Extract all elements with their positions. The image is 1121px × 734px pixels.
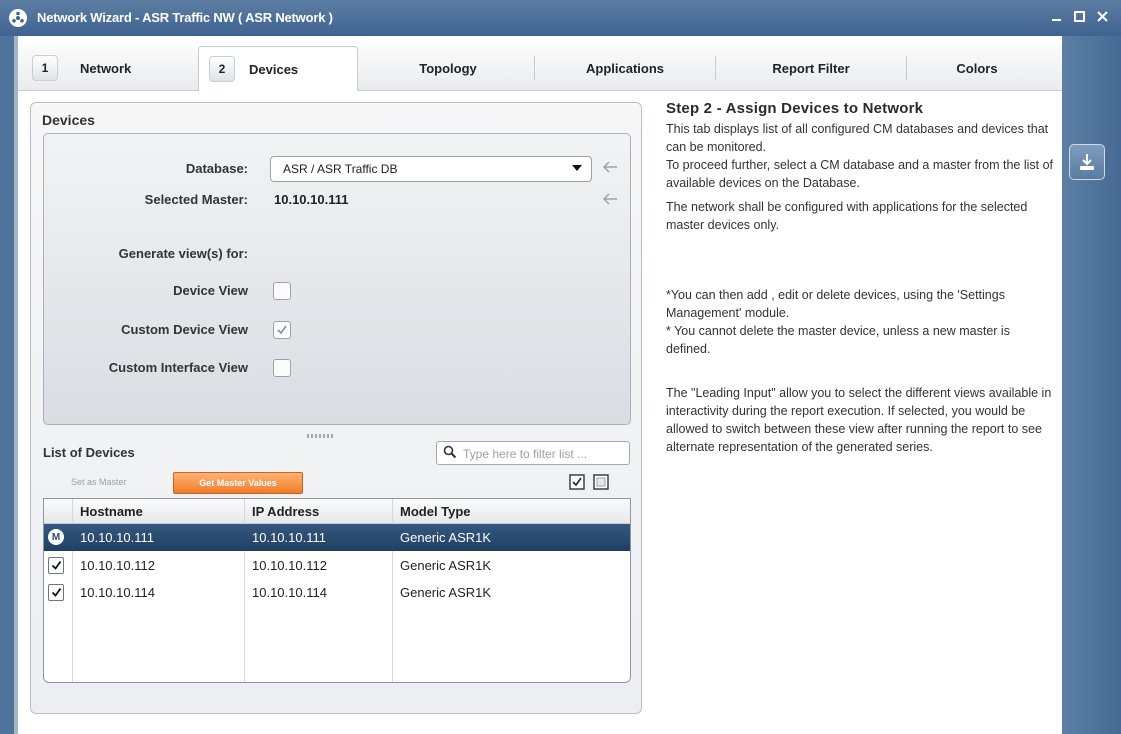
database-selected-value: ASR / ASR Traffic DB: [283, 162, 398, 176]
title-bar: Network Wizard - ASR Traffic NW ( ASR Ne…: [0, 0, 1121, 36]
master-badge: M: [48, 529, 64, 545]
side-rail: [1062, 36, 1121, 734]
selected-master-label: Selected Master:: [144, 192, 248, 207]
hostname-cell: 10.10.10.111: [80, 530, 154, 545]
column-header-hostname[interactable]: Hostname: [80, 504, 143, 519]
set-as-master-button[interactable]: Set as Master: [71, 477, 127, 487]
custom-interface-view-label: Custom Interface View: [108, 360, 248, 375]
custom-interface-view-checkbox[interactable]: [273, 359, 291, 377]
devices-panel: Devices Database: ASR / ASR Traffic DB S…: [30, 102, 642, 714]
maximize-button[interactable]: [1072, 8, 1086, 24]
tab-topology[interactable]: Topology: [363, 46, 533, 90]
help-panel: Step 2 - Assign Devices to Network This …: [666, 100, 1056, 462]
hostname-cell: 10.10.10.114: [80, 585, 155, 600]
device-list-toolbar: Set as Master Get Master Values: [43, 472, 629, 494]
tab-label: Colors: [956, 60, 998, 76]
tab-label: Applications: [585, 60, 664, 76]
help-paragraph: This tab displays list of all configured…: [666, 122, 1049, 154]
tab-applications[interactable]: Applications: [535, 46, 715, 90]
row-checkbox[interactable]: [48, 583, 64, 601]
model-cell: Generic ASR1K: [400, 530, 492, 545]
app-logo-icon: [9, 9, 27, 27]
help-paragraph: *You can then add , edit or delete devic…: [666, 288, 1005, 320]
generate-views-label: Generate view(s) for:: [118, 246, 248, 261]
tab-network[interactable]: 1 Network: [32, 46, 192, 90]
minimize-button[interactable]: [1049, 8, 1063, 24]
search-icon: [443, 445, 457, 462]
selected-master-value: 10.10.10.111: [274, 192, 349, 207]
tab-report-filter[interactable]: Report Filter: [716, 46, 906, 90]
tab-label: Topology: [419, 60, 477, 76]
tab-number: 2: [209, 56, 235, 82]
tab-label: Network: [80, 60, 132, 76]
table-row[interactable]: 10.10.10.114 10.10.10.114 Generic ASR1K: [44, 579, 630, 606]
model-cell: Generic ASR1K: [400, 558, 492, 573]
device-view-checkbox[interactable]: [273, 282, 291, 300]
panel-title: Devices: [42, 112, 95, 128]
arrow-left-icon[interactable]: [602, 160, 618, 177]
arrow-left-icon[interactable]: [602, 192, 618, 209]
resize-grip[interactable]: [307, 434, 333, 438]
devices-table: Hostname IP Address Model Type M 10.10.1…: [43, 498, 631, 683]
tab-colors[interactable]: Colors: [907, 46, 1047, 90]
filter-input[interactable]: [461, 444, 627, 463]
device-settings-form: Database: ASR / ASR Traffic DB Selected …: [43, 133, 631, 425]
database-select[interactable]: ASR / ASR Traffic DB: [270, 156, 592, 182]
help-paragraph: The network shall be configured with app…: [666, 200, 1028, 232]
tab-number: 1: [32, 55, 58, 81]
table-row[interactable]: M 10.10.10.111 10.10.10.111 Generic ASR1…: [44, 524, 630, 551]
table-header: Hostname IP Address Model Type: [44, 499, 630, 524]
download-icon: [1080, 154, 1094, 170]
device-list-title: List of Devices: [43, 445, 135, 460]
model-cell: Generic ASR1K: [400, 585, 492, 600]
tab-label: Report Filter: [772, 60, 850, 76]
database-label: Database:: [185, 161, 248, 176]
custom-device-view-label: Custom Device View: [121, 322, 248, 337]
device-view-label: Device View: [173, 283, 248, 298]
get-master-values-button[interactable]: Get Master Values: [173, 472, 303, 494]
select-none-icon[interactable]: [593, 474, 609, 493]
ip-cell: 10.10.10.112: [252, 558, 327, 573]
hostname-cell: 10.10.10.112: [80, 558, 155, 573]
checkmark-icon: [277, 325, 287, 335]
checkmark-icon: [51, 587, 61, 597]
wizard-tabs: 1 Network 2 Devices Topology Application…: [18, 46, 1062, 91]
tab-devices[interactable]: 2 Devices: [198, 46, 358, 91]
master-icon: M: [48, 529, 64, 545]
table-row[interactable]: 10.10.10.112 10.10.10.112 Generic ASR1K: [44, 552, 630, 579]
ip-cell: 10.10.10.114: [252, 585, 327, 600]
help-heading: Step 2 - Assign Devices to Network: [666, 100, 924, 117]
column-header-ip-address[interactable]: IP Address: [252, 504, 319, 519]
close-button[interactable]: [1095, 8, 1109, 24]
window-title: Network Wizard - ASR Traffic NW ( ASR Ne…: [37, 10, 333, 25]
help-paragraph: The "Leading Input" allow you to select …: [666, 386, 1052, 454]
download-button[interactable]: [1069, 144, 1105, 180]
ip-cell: 10.10.10.111: [252, 530, 326, 545]
window-frame-edge: [14, 36, 18, 734]
tab-label: Devices: [249, 61, 299, 77]
chevron-down-icon: [571, 161, 583, 178]
filter-box: [436, 441, 630, 465]
help-paragraph: * You cannot delete the master device, u…: [666, 324, 1010, 356]
column-header-model-type[interactable]: Model Type: [400, 504, 471, 519]
row-checkbox[interactable]: [48, 556, 64, 574]
window-controls: [1049, 8, 1109, 24]
select-all-icon[interactable]: [569, 474, 585, 493]
custom-device-view-checkbox[interactable]: [273, 321, 291, 339]
checkmark-icon: [51, 560, 61, 570]
help-paragraph: To proceed further, select a CM database…: [666, 158, 1053, 190]
